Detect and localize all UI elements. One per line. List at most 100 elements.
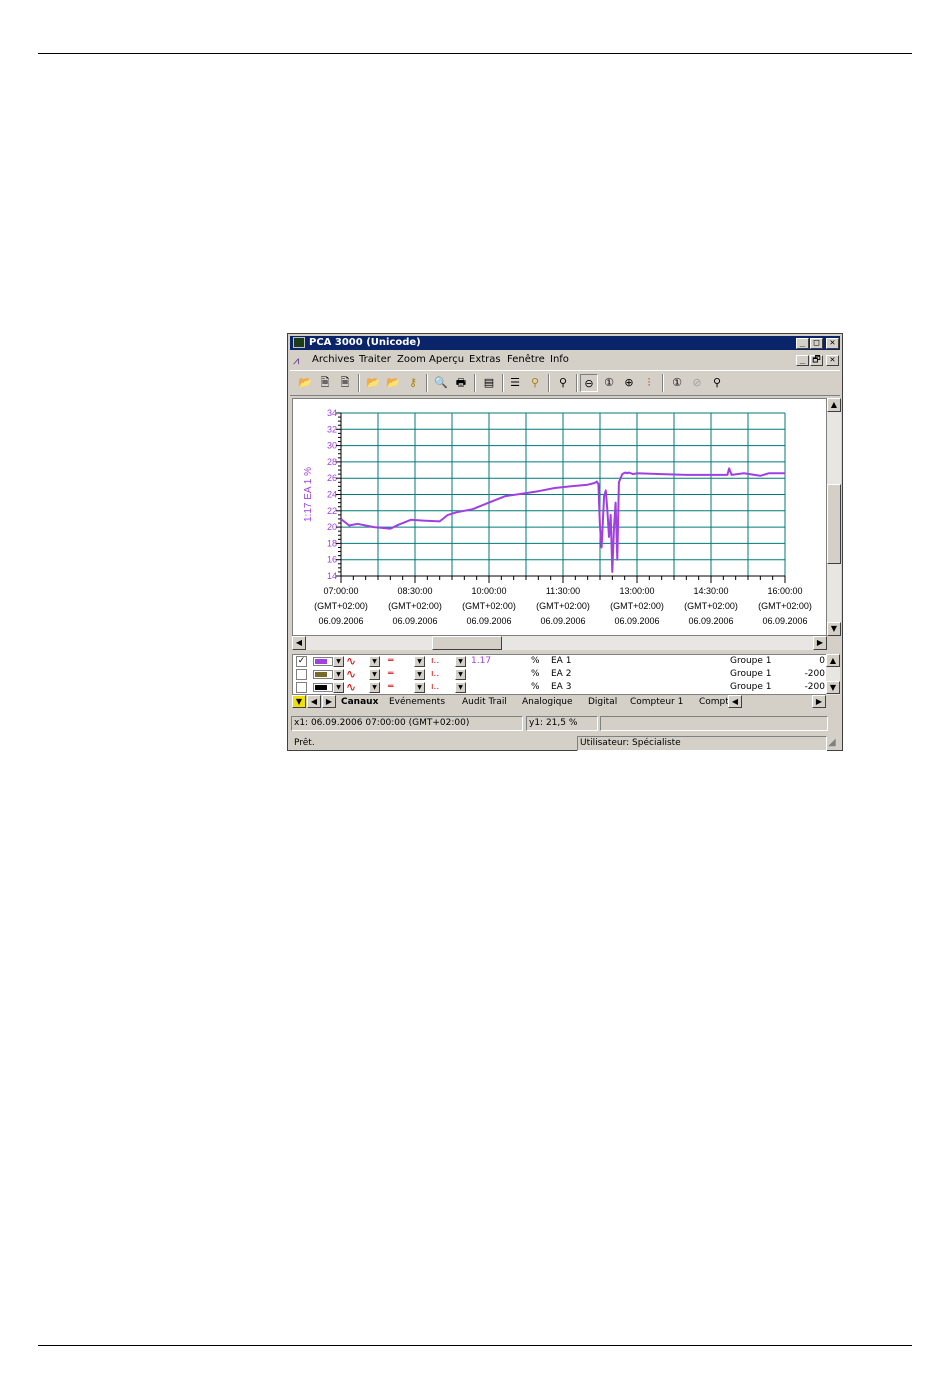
properties-icon[interactable]: ▤ [480, 374, 498, 392]
horizontal-scroll-thumb[interactable] [432, 636, 502, 650]
child-minimize-button[interactable]: _ [796, 355, 809, 366]
channel-grid-scrollbar[interactable]: ▲ ▼ [826, 654, 840, 695]
marker-dropdown-button[interactable]: ▼ [455, 669, 466, 680]
tab-scroll-left-button[interactable]: ◀ [307, 695, 321, 708]
tab-compteur-1[interactable]: Compteur 1 [630, 696, 683, 708]
marker-style-icon[interactable]: ı.. [431, 668, 439, 681]
marker-style-icon[interactable]: ı.. [431, 681, 439, 694]
channel-name: EA 1 [551, 656, 572, 666]
export-folder-icon[interactable]: 📂 [384, 374, 402, 392]
print-preview-icon[interactable]: 🔍 [432, 374, 450, 392]
zoom-out-icon[interactable]: ⊖ [580, 374, 598, 392]
tab-analogique[interactable]: Analogique [522, 696, 573, 708]
wave-dropdown-button[interactable]: ▼ [369, 669, 380, 680]
scroll-right-button[interactable]: ▶ [813, 636, 827, 650]
child-restore-button[interactable]: 🗗 [810, 355, 823, 366]
tab-hscroll-left-button[interactable]: ◀ [728, 695, 742, 708]
tab-scroll-right-button[interactable]: ▶ [322, 695, 336, 708]
zoom-reset-icon[interactable]: ① [668, 374, 686, 392]
minimize-button[interactable]: _ [796, 338, 809, 349]
line-style-icon[interactable]: ═ [388, 681, 393, 694]
line-dropdown-button[interactable]: ▼ [414, 656, 425, 667]
grid-scroll-up-button[interactable]: ▲ [826, 654, 840, 667]
line-dropdown-button[interactable]: ▼ [414, 682, 425, 693]
channel-color-swatch[interactable] [313, 670, 333, 679]
menu-traiter[interactable]: Traiter [359, 354, 391, 365]
trend-chart[interactable]: 34 32 30 28 26 24 22 20 18 16 14 07:00:00 (GMT+02:00… [293, 399, 826, 635]
toolbar-separator [358, 374, 360, 392]
title-bar[interactable]: PCA 3000 (Unicode) _ □ ✕ [290, 336, 840, 350]
tab-canaux[interactable]: Canaux [341, 696, 378, 708]
chart-pane[interactable]: 34 32 30 28 26 24 22 20 18 16 14 07:00:00 (GMT+02:00… [292, 398, 827, 636]
save-as-icon[interactable]: 🗎 [336, 374, 354, 392]
print-icon[interactable]: 🖶 [452, 374, 470, 392]
zoom-back-icon[interactable]: ⚲ [708, 374, 726, 392]
grid-scroll-down-button[interactable]: ▼ [826, 681, 840, 694]
cursor-line-icon[interactable]: ⫶ [640, 374, 658, 392]
zoom-disabled-icon[interactable]: ⊘ [688, 374, 706, 392]
zoom-in-icon[interactable]: ⊕ [620, 374, 638, 392]
menu-extras[interactable]: Extras [469, 354, 501, 365]
y-tick-label: 32 [327, 424, 337, 434]
channel-row[interactable]: ▼ ∿ ▼ ═ ▼ ı.. ▼% EA 3 Groupe 1 -200 [293, 681, 827, 694]
channel-visible-checkbox[interactable] [296, 682, 307, 693]
maximize-button[interactable]: □ [810, 338, 823, 349]
tab-evenements[interactable]: Evénements [389, 696, 445, 708]
open-folder-icon[interactable]: 📂 [296, 374, 314, 392]
vertical-scroll-thumb[interactable] [827, 484, 841, 564]
menu-zoom[interactable]: Zoom [397, 354, 426, 365]
child-close-button[interactable]: ✕ [826, 355, 839, 366]
resize-grip-icon[interactable]: ◢ [828, 737, 836, 748]
x-tick-date-label: 06.09.2006 [318, 616, 363, 626]
x-tick-tz-label: (GMT+02:00) [314, 601, 368, 611]
list-icon[interactable]: ☰ [506, 374, 524, 392]
import-folder-icon[interactable]: 📂 [364, 374, 382, 392]
cursor-coordinate-bar: x1: 06.09.2006 07:00:00 (GMT+02:00) y1: … [290, 714, 840, 732]
tab-compt[interactable]: Compt [699, 696, 729, 708]
menu-fenetre[interactable]: Fenêtre [507, 354, 545, 365]
scroll-left-button[interactable]: ◀ [292, 636, 306, 650]
menu-apercu[interactable]: Aperçu [429, 354, 464, 365]
zoom-1-icon[interactable]: ① [600, 374, 618, 392]
scroll-up-button[interactable]: ▲ [827, 398, 841, 412]
channel-color-swatch[interactable] [313, 683, 333, 692]
line-style-icon[interactable]: ═ [388, 668, 393, 681]
channel-group: Groupe 1 [730, 669, 772, 679]
menu-info[interactable]: Info [550, 354, 569, 365]
wave-dropdown-button[interactable]: ▼ [369, 656, 380, 667]
search-icon[interactable]: ⚲ [554, 374, 572, 392]
x-tick-date-label: 06.09.2006 [762, 616, 807, 626]
marker-style-icon[interactable]: ı.. [431, 655, 439, 668]
tab-hscroll-right-button[interactable]: ▶ [812, 695, 826, 708]
marker-dropdown-button[interactable]: ▼ [455, 656, 466, 667]
line-style-icon[interactable]: ═ [388, 655, 393, 668]
tab-menu-button[interactable]: ▼ [292, 695, 306, 708]
x-tick-date-label: 06.09.2006 [540, 616, 585, 626]
filter-icon[interactable]: ⚲ [526, 374, 544, 392]
line-dropdown-button[interactable]: ▼ [414, 669, 425, 680]
color-dropdown-button[interactable]: ▼ [333, 682, 344, 693]
channel-visible-checkbox[interactable]: ✓ [296, 656, 307, 667]
toolbar-separator [502, 374, 504, 392]
x-tick-time-label: 13:00:00 [619, 586, 654, 596]
tab-digital[interactable]: Digital [588, 696, 617, 708]
channel-row[interactable]: ✓ ▼ ∿ ▼ ═ ▼ ı.. ▼ 1.17% EA 1 Groupe 10 [293, 655, 827, 668]
color-dropdown-button[interactable]: ▼ [333, 669, 344, 680]
menu-archives[interactable]: Archives [312, 354, 355, 365]
chart-horizontal-scrollbar[interactable]: ◀ ▶ [292, 636, 827, 650]
y1-readout: y1: 21,5 % [526, 716, 598, 731]
close-button[interactable]: ✕ [826, 338, 839, 349]
wave-style-icon[interactable]: ∿ [346, 681, 356, 694]
wave-dropdown-button[interactable]: ▼ [369, 682, 380, 693]
marker-dropdown-button[interactable]: ▼ [455, 682, 466, 693]
menu-bar: ⩘ Archives Traiter Zoom Aperçu Extras Fe… [290, 352, 840, 368]
chart-vertical-scrollbar[interactable]: ▲ ▼ [827, 398, 841, 636]
scroll-down-button[interactable]: ▼ [827, 622, 841, 636]
tab-audit-trail[interactable]: Audit Trail [462, 696, 507, 708]
color-dropdown-button[interactable]: ▼ [333, 656, 344, 667]
key-icon[interactable]: ⚷ [404, 374, 422, 392]
save-icon[interactable]: 🗎 [316, 374, 334, 392]
channel-row[interactable]: ▼ ∿ ▼ ═ ▼ ı.. ▼% EA 2 Groupe 1 -200 [293, 668, 827, 681]
channel-visible-checkbox[interactable] [296, 669, 307, 680]
channel-color-swatch[interactable] [313, 657, 333, 666]
